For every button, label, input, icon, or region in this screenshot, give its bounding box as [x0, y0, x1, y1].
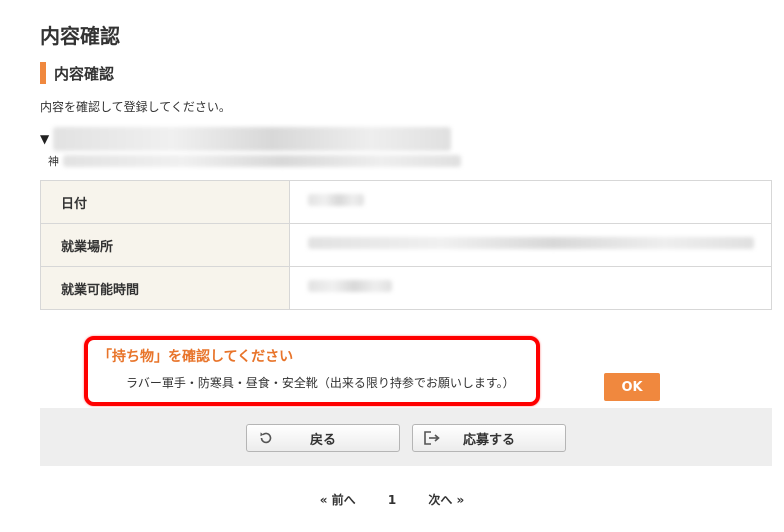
instruction-text: 内容を確認して登録してください。	[40, 100, 231, 114]
section-heading: 内容確認	[40, 62, 114, 84]
job-subtitle-redacted	[63, 155, 461, 167]
refresh-icon	[257, 429, 275, 447]
belongings-notice-body: ラバー軍手・防寒具・昼食・安全靴（出来る限り持参でお願いします。）	[126, 376, 515, 390]
workplace-value	[289, 223, 772, 267]
apply-button[interactable]: 応募する	[412, 424, 566, 452]
section-heading-accent-bar	[40, 62, 46, 84]
belongings-notice-heading: 「持ち物」を確認してください	[98, 349, 294, 365]
job-title-row: ▼	[40, 127, 452, 151]
pagination-current-page: 1	[387, 493, 397, 507]
action-bar: 戻る 応募する	[40, 408, 772, 466]
work-hours-label: 就業可能時間	[40, 266, 290, 310]
table-row: 就業場所	[40, 223, 772, 267]
back-button-label: 戻る	[309, 432, 336, 448]
page-title: 内容確認	[40, 24, 120, 48]
pagination-next-link[interactable]: 次へ »	[428, 491, 464, 508]
pagination: « 前へ 1 次へ »	[0, 491, 784, 508]
details-table: 日付 就業場所 就業可能時間	[40, 180, 772, 310]
job-title-marker: ▼	[40, 132, 50, 146]
back-button[interactable]: 戻る	[246, 424, 400, 452]
section-heading-text: 内容確認	[54, 64, 115, 83]
apply-button-label: 応募する	[462, 432, 515, 448]
job-subtitle-marker: 神	[48, 155, 59, 168]
belongings-notice: 「持ち物」を確認してください ラバー軍手・防寒具・昼食・安全靴（出来る限り持参で…	[84, 336, 540, 406]
workplace-label: 就業場所	[40, 223, 290, 267]
ok-button[interactable]: OK	[604, 373, 660, 401]
date-label: 日付	[40, 180, 290, 224]
table-row: 就業可能時間	[40, 266, 772, 310]
date-value	[289, 180, 772, 224]
exit-arrow-icon	[423, 429, 441, 447]
workplace-value-redacted	[308, 237, 754, 249]
work-hours-value-redacted	[308, 280, 392, 292]
pagination-prev-link[interactable]: « 前へ	[320, 491, 356, 508]
work-hours-value	[289, 266, 772, 310]
job-subtitle-row: 神	[48, 153, 461, 169]
job-title-redacted	[53, 127, 452, 151]
table-row: 日付	[40, 180, 772, 224]
date-value-redacted	[308, 194, 364, 206]
